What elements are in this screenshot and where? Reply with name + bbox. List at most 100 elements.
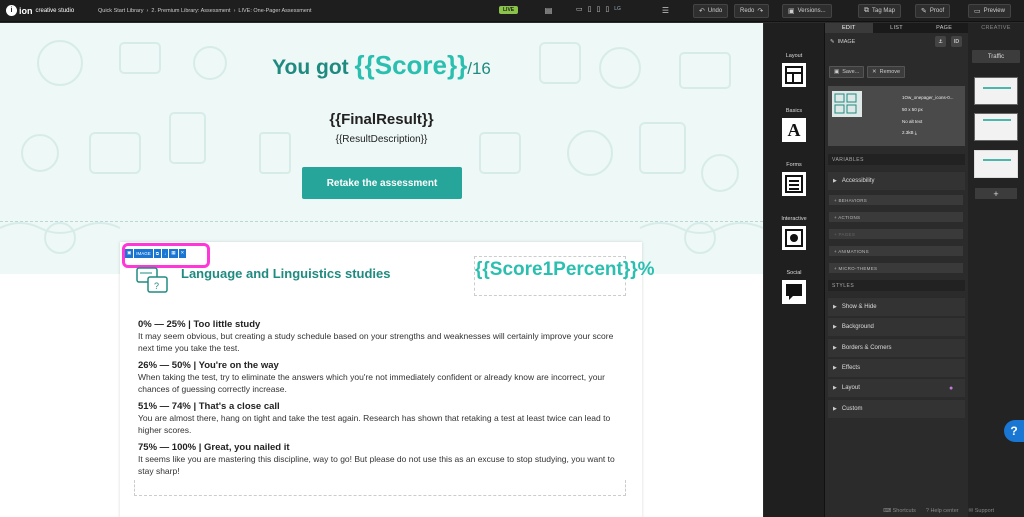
breadcrumb-item[interactable]: LIVE: One-Pager Assessment xyxy=(238,8,311,14)
sliders-icon[interactable]: ☰ xyxy=(660,5,671,16)
expand-arrow-icon: ▶ xyxy=(833,365,837,371)
id-button[interactable]: ID xyxy=(951,36,962,47)
footer-links: ⌨ Shortcuts ? Help center ✉ Support xyxy=(824,505,1024,517)
score-heading: You got {{Score}}/16 xyxy=(272,50,491,80)
remove-button[interactable]: ✕ Remove xyxy=(867,66,906,78)
tab-list[interactable]: LIST xyxy=(873,23,921,33)
anchor-icon[interactable]: ⚓ xyxy=(935,36,946,47)
breadcrumb-item[interactable]: 2. Premium Library: Assessment xyxy=(151,8,230,14)
actions-button[interactable]: + ACTIONS xyxy=(829,212,963,222)
style-row-borders[interactable]: ▶ Borders & Corners xyxy=(828,338,965,357)
range-block: 0% — 25% | Too little study It may seem … xyxy=(138,319,614,353)
style-row-show-hide[interactable]: ▶ Show & Hide xyxy=(828,297,965,316)
results-hero-section[interactable]: You got {{Score}}/16 {{FinalResult}} {{R… xyxy=(0,23,763,274)
video-icon xyxy=(782,226,806,250)
ion-logo-icon: i xyxy=(6,5,17,16)
page-thumbnail[interactable] xyxy=(974,113,1018,141)
support-link[interactable]: ✉ Support xyxy=(969,508,994,514)
asset-filesize: 2.3kB ⤓ xyxy=(902,130,917,135)
card-title: Language and Linguistics studies xyxy=(181,266,391,281)
page-thumbnail-active[interactable] xyxy=(974,150,1018,178)
page-settings-icon[interactable]: ▤ xyxy=(543,5,554,16)
asset-alt-text: No alt text xyxy=(902,119,923,124)
breadcrumb-item[interactable]: Quick Start Library xyxy=(98,8,144,14)
accessibility-row[interactable]: ▶ Accessibility xyxy=(828,171,965,190)
mobile-icon[interactable]: ▯ xyxy=(605,5,609,13)
expand-arrow-icon: ▶ xyxy=(833,304,837,310)
undo-button[interactable]: ↶ Undo xyxy=(693,4,729,18)
modified-indicator-icon: ● xyxy=(949,384,954,392)
traffic-button[interactable]: Traffic xyxy=(972,50,1020,63)
breadcrumb-separator: › xyxy=(146,7,149,14)
chat-bubbles-icon[interactable]: ? xyxy=(136,266,169,296)
score-variable: {{Score}} xyxy=(354,50,468,80)
help-icon[interactable]: ? xyxy=(1004,420,1024,442)
element-type: IMAGE xyxy=(837,39,856,45)
module-layout[interactable]: Layout xyxy=(764,53,824,87)
styles-header: STYLES xyxy=(828,280,965,291)
page-canvas[interactable]: You got {{Score}}/16 {{FinalResult}} {{R… xyxy=(0,23,763,517)
tab-edit[interactable]: EDIT xyxy=(825,23,873,33)
live-status-badge: LIVE xyxy=(499,6,519,14)
logo[interactable]: i ion creative studio xyxy=(6,5,88,16)
page-thumbnail[interactable] xyxy=(974,77,1018,105)
expand-arrow-icon: ▶ xyxy=(833,324,837,330)
proof-button[interactable]: ✎ Proof xyxy=(915,4,951,18)
range-block: 51% — 74% | That's a close call You are … xyxy=(138,401,611,435)
module-social[interactable]: Social xyxy=(764,270,824,304)
image-asset-card[interactable]: 1Ow_onepager_icons-0... 50 x 50 px No al… xyxy=(828,86,965,146)
style-row-layout[interactable]: ▶ Layout ● xyxy=(828,378,965,397)
expand-arrow-icon: ▶ xyxy=(833,406,837,412)
pages-button: + PAGES xyxy=(829,229,963,239)
animations-button[interactable]: + ANIMATIONS xyxy=(829,246,963,256)
style-row-custom[interactable]: ▶ Custom xyxy=(828,399,965,418)
form-icon xyxy=(782,172,806,196)
study-results-card[interactable]: ▣ IMAGE ⧉ ↓ ▦ ✕ ? Language and Linguisti… xyxy=(120,242,655,517)
score-percent-variable: {{Score1Percent}}% xyxy=(475,259,655,280)
chat-icon xyxy=(782,280,806,304)
asset-dimensions: 50 x 50 px xyxy=(902,107,923,112)
style-row-background[interactable]: ▶ Background xyxy=(828,317,965,336)
final-result-text: {{FinalResult}} xyxy=(329,111,434,128)
pencil-icon: ✎ xyxy=(830,39,835,45)
save-icon: ▣ xyxy=(834,69,840,75)
add-page-button[interactable]: + xyxy=(975,188,1017,199)
layout-icon xyxy=(782,63,806,87)
lg-device-label[interactable]: LG xyxy=(614,6,621,12)
tablet-icon[interactable]: ▯ xyxy=(596,5,600,13)
creative-title: CREATIVE xyxy=(981,25,1011,31)
style-row-effects[interactable]: ▶ Effects xyxy=(828,358,965,377)
panel-tabs: EDIT LIST PAGE xyxy=(825,23,968,33)
top-bar: i ion creative studio Quick Start Librar… xyxy=(0,0,1024,22)
tab-page[interactable]: PAGE xyxy=(920,23,968,33)
redo-button[interactable]: Redo ↷ xyxy=(734,4,770,18)
breadcrumb: Quick Start Library › 2. Premium Library… xyxy=(98,8,321,14)
laptop-icon[interactable]: ▯ xyxy=(588,5,592,13)
preview-button[interactable]: ▭ Preview xyxy=(968,4,1011,18)
module-forms[interactable]: Forms xyxy=(764,162,824,196)
undo-icon: ↶ xyxy=(699,8,705,15)
proof-icon: ✎ xyxy=(921,8,927,15)
help-center-link[interactable]: ? Help center xyxy=(926,508,959,514)
module-basics[interactable]: Basics A xyxy=(764,108,824,142)
card-drop-zone[interactable] xyxy=(134,480,626,496)
download-icon[interactable]: ⤓ xyxy=(915,130,917,135)
versions-button[interactable]: ▣ Versions... xyxy=(782,4,832,18)
shortcuts-link[interactable]: ⌨ Shortcuts xyxy=(883,508,916,514)
modules-sidebar: Layout Basics A Forms Interactive Social xyxy=(764,23,824,517)
save-button[interactable]: ▣ Save... xyxy=(829,66,865,78)
trash-icon: ✕ xyxy=(872,69,877,75)
micro-themes-button[interactable]: + MICRO-THEMES xyxy=(829,263,963,273)
variables-header: VARIABLES xyxy=(828,154,965,165)
redo-icon: ↷ xyxy=(757,8,764,15)
module-interactive[interactable]: Interactive xyxy=(764,216,824,250)
desktop-icon[interactable]: ▭ xyxy=(576,5,583,13)
range-block: 26% — 50% | You're on the way When takin… xyxy=(138,360,605,394)
versions-icon: ▣ xyxy=(788,8,795,15)
retake-assessment-button[interactable]: Retake the assessment xyxy=(302,167,462,199)
asset-thumbnail[interactable] xyxy=(832,91,862,117)
breadcrumb-separator: › xyxy=(233,7,236,14)
tag-map-button[interactable]: ⧉ Tag Map xyxy=(858,4,902,18)
behaviors-button[interactable]: + BEHAVIORS xyxy=(829,195,963,205)
tag-icon: ⧉ xyxy=(864,7,869,14)
